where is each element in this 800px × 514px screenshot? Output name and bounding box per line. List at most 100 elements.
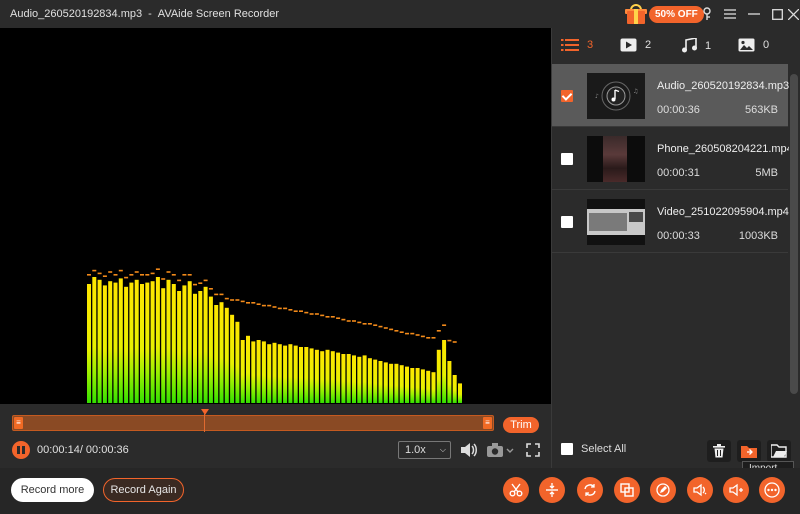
compress-tool-button[interactable] <box>539 477 565 503</box>
compress-icon <box>546 483 558 497</box>
convert-icon <box>584 484 596 496</box>
menu-icon[interactable] <box>720 4 740 24</box>
volume-icon[interactable] <box>459 441 479 459</box>
spectrum-bar <box>309 348 314 403</box>
spectrum-bar <box>224 307 229 403</box>
tab-image[interactable]: 0 <box>738 38 769 52</box>
spectrum-peak <box>102 275 107 277</box>
volume-boost-button[interactable] <box>687 477 713 503</box>
spectrum-bar <box>426 370 431 403</box>
playhead-marker[interactable] <box>201 409 209 415</box>
spectrum-peak <box>124 276 129 279</box>
title-separator: - <box>148 8 152 20</box>
record-again-button[interactable]: Record Again <box>103 478 184 502</box>
open-folder-button[interactable] <box>767 440 791 462</box>
speed-select[interactable]: 1.0x ⌵ <box>398 441 451 459</box>
spectrum-peak <box>309 313 314 315</box>
video-icon <box>620 38 637 52</box>
spectrum-bar <box>399 365 404 403</box>
spectrum-peak <box>187 274 192 276</box>
file-checkbox[interactable] <box>561 153 573 165</box>
spectrum-bar <box>92 277 97 403</box>
trim-end-handle[interactable]: ≡ <box>483 417 492 429</box>
spectrum-peak <box>373 324 378 326</box>
file-size: 1003KB <box>738 230 778 242</box>
file-checkbox[interactable] <box>561 90 573 102</box>
spectrum-bar <box>357 356 362 403</box>
spectrum-bar <box>171 284 176 403</box>
cut-tool-button[interactable] <box>503 477 529 503</box>
spectrum-bar <box>336 352 341 403</box>
spectrum-peak <box>394 330 399 332</box>
pause-button[interactable] <box>12 441 30 459</box>
import-button[interactable] <box>737 440 761 462</box>
spectrum-bar <box>415 368 420 403</box>
spectrum-bar <box>161 288 166 403</box>
tab-all-count: 3 <box>587 39 594 51</box>
spectrum-bar <box>155 277 160 403</box>
spectrum-bar <box>442 340 447 403</box>
spectrum-peak <box>420 335 425 338</box>
spectrum-peak <box>399 331 404 333</box>
spectrum-peak <box>320 314 325 317</box>
spectrum-bar <box>341 354 346 403</box>
spectrum-peak <box>177 279 182 282</box>
spectrum-bar <box>124 286 129 403</box>
spectrum-bar <box>373 359 378 403</box>
select-all[interactable]: Select All <box>561 443 626 455</box>
snapshot-icon[interactable] <box>486 441 514 459</box>
spectrum-bar <box>102 285 107 403</box>
audio-boost-button[interactable] <box>723 477 749 503</box>
spectrum-bar <box>299 347 303 403</box>
spectrum-peak <box>246 302 250 304</box>
spectrum-peak <box>415 334 420 336</box>
more-tools-button[interactable] <box>759 477 785 503</box>
spectrum-bar <box>320 351 325 403</box>
spectrum-peak <box>182 274 187 276</box>
spectrum-bar <box>293 345 298 403</box>
tab-audio[interactable]: 1 <box>681 38 711 53</box>
edit-metadata-button[interactable] <box>650 477 676 503</box>
timeline-track[interactable]: ≡ ≡ <box>12 415 494 431</box>
list-item[interactable]: Phone_260508204221.mp4 00:00:31 5MB <box>552 127 793 190</box>
record-more-button[interactable]: Record more <box>11 478 94 502</box>
spectrum-bar <box>277 344 282 403</box>
spectrum-peak <box>161 278 166 280</box>
spectrum-peak <box>431 337 436 339</box>
file-size: 563KB <box>744 104 778 116</box>
spectrum-peak <box>240 300 245 303</box>
delete-button[interactable] <box>707 440 731 462</box>
close-icon[interactable] <box>783 4 800 24</box>
spectrum-peak <box>113 274 118 276</box>
list-item[interactable]: Video_251022095904.mp4 00:00:33 1003KB <box>552 190 789 253</box>
merge-tool-button[interactable] <box>614 477 640 503</box>
file-name: Audio_260520192834.mp3 <box>657 80 790 92</box>
select-all-checkbox[interactable] <box>561 443 573 455</box>
spectrum-bar <box>405 366 409 403</box>
playhead-line <box>204 414 205 432</box>
tab-video[interactable]: 2 <box>620 38 651 52</box>
audio-enhance-icon <box>693 483 707 497</box>
convert-tool-button[interactable] <box>577 477 603 503</box>
spectrum-bar <box>458 383 462 403</box>
promo-button[interactable]: 50% OFF <box>625 3 704 25</box>
list-item[interactable]: ♪ ♫ Audio_260520192834.mp3 00:00:36 563KB <box>552 64 790 127</box>
minimize-icon[interactable] <box>744 4 764 24</box>
speaker-plus-icon <box>729 483 743 497</box>
tab-all[interactable]: 3 <box>561 38 593 52</box>
merge-icon <box>620 483 634 497</box>
file-checkbox[interactable] <box>561 216 573 228</box>
file-name: Phone_260508204221.mp4 <box>657 143 793 155</box>
trash-icon <box>713 444 725 458</box>
trim-start-handle[interactable]: ≡ <box>14 417 23 429</box>
spectrum-bar <box>150 281 155 403</box>
spectrum-bar <box>97 279 102 403</box>
trim-button[interactable]: Trim <box>503 417 539 433</box>
fullscreen-icon[interactable] <box>524 441 542 459</box>
file-duration: 00:00:36 <box>657 104 700 116</box>
file-list-scrollbar[interactable] <box>789 64 799 404</box>
app-name: AVAide Screen Recorder <box>157 8 280 20</box>
media-tabs: 3 2 1 0 <box>551 28 800 64</box>
spectrum-peak <box>251 302 256 304</box>
key-icon[interactable] <box>697 4 717 24</box>
